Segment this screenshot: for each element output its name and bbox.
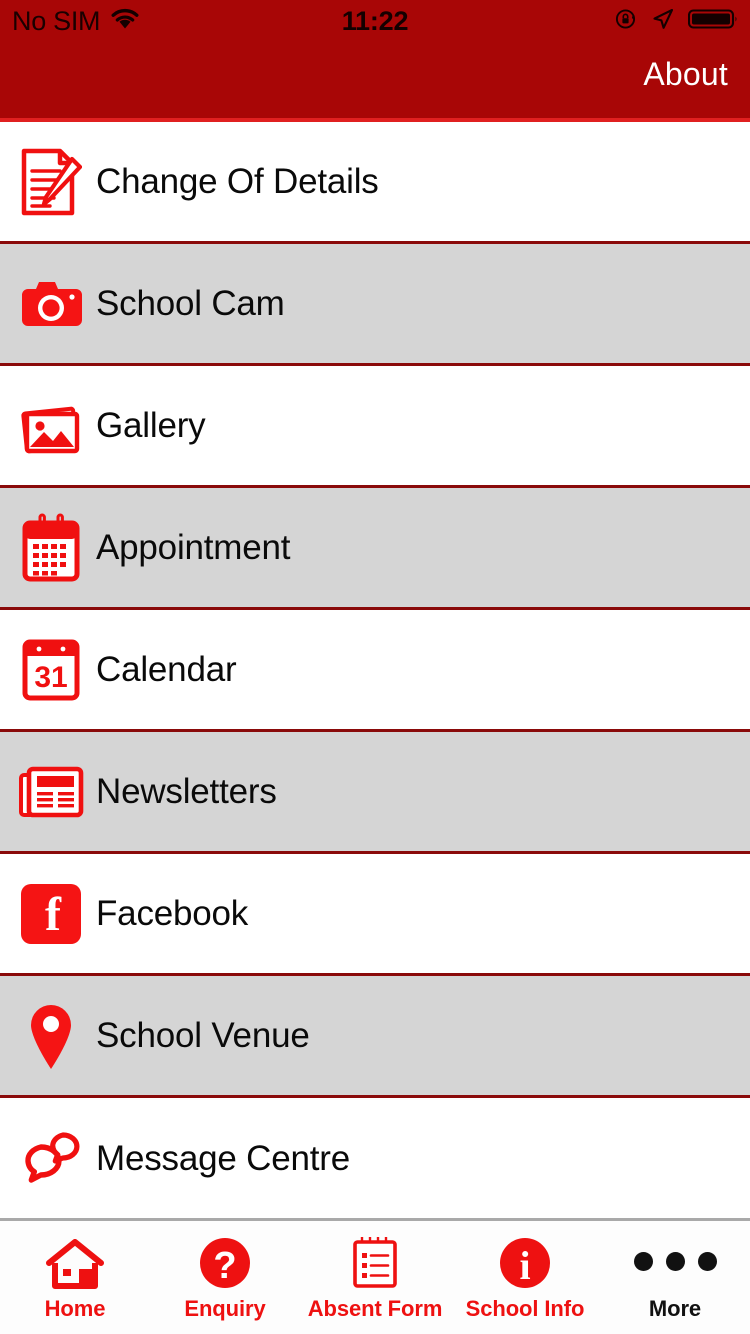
tab-more[interactable]: More	[600, 1221, 750, 1334]
rotation-lock-icon	[614, 7, 638, 36]
list-item-calendar[interactable]: 31 Calendar	[0, 610, 750, 732]
ellipsis-dot	[633, 1251, 653, 1271]
ellipsis-dot	[697, 1251, 717, 1271]
newspaper-icon	[0, 731, 96, 853]
status-bar-right	[614, 0, 740, 42]
list-item-label: School Cam	[96, 283, 285, 323]
tab-enquiry[interactable]: ? Enquiry	[150, 1221, 300, 1334]
list-item-label: Newsletters	[96, 771, 277, 811]
list-item-label: School Venue	[96, 1015, 310, 1055]
document-pencil-icon	[0, 121, 96, 243]
notepad-list-icon	[352, 1233, 398, 1289]
ellipsis-dot	[665, 1251, 685, 1271]
tab-label: More	[648, 1296, 702, 1321]
list-item-school-venue[interactable]: School Venue	[0, 976, 750, 1098]
school-info-glyph: i	[519, 1243, 530, 1288]
tab-label: School Info	[465, 1296, 585, 1321]
chat-bubbles-icon	[0, 1098, 96, 1220]
house-icon	[46, 1233, 104, 1289]
list-item-gallery[interactable]: Gallery	[0, 366, 750, 488]
list-item-school-cam[interactable]: School Cam	[0, 244, 750, 366]
tab-label: Enquiry	[184, 1296, 266, 1321]
calendar-grid-icon	[0, 487, 96, 609]
list-item-facebook[interactable]: f Facebook	[0, 854, 750, 976]
menu-list: Change Of Details School Cam Gallery App…	[0, 122, 750, 1220]
list-item-label: Gallery	[96, 405, 206, 445]
photos-stack-icon	[0, 365, 96, 487]
calendar-31-icon: 31	[0, 609, 96, 731]
list-item-label: Change Of Details	[96, 161, 379, 201]
info-circle-icon: i	[499, 1233, 551, 1289]
list-item-change-of-details[interactable]: Change Of Details	[0, 122, 750, 244]
tab-label: Home	[44, 1296, 106, 1321]
tab-absent-form[interactable]: Absent Form	[300, 1221, 450, 1334]
facebook-glyph: f	[45, 888, 62, 941]
question-circle-icon: ?	[199, 1233, 251, 1289]
list-item-label: Appointment	[96, 527, 291, 567]
list-item-appointment[interactable]: Appointment	[0, 488, 750, 610]
clock-label: 11:22	[341, 5, 409, 36]
list-item-label: Facebook	[96, 893, 249, 933]
status-bar: No SIM 11:22	[0, 0, 750, 42]
header-bar: No SIM 11:22 About	[0, 0, 750, 118]
enquiry-glyph: ?	[213, 1245, 236, 1287]
battery-full-icon	[687, 7, 740, 36]
bottom-tab-bar: Home ? Enquiry Absent Form i School Info…	[0, 1218, 750, 1334]
camera-icon	[0, 243, 96, 365]
facebook-icon: f	[0, 853, 96, 975]
app-screen: No SIM 11:22 About Change Of Details Sch…	[0, 0, 750, 1334]
location-arrow-icon	[651, 7, 675, 36]
ellipsis-icon	[633, 1233, 717, 1289]
list-item-message-centre[interactable]: Message Centre	[0, 1098, 750, 1220]
about-button[interactable]: About	[643, 56, 728, 93]
map-pin-icon	[0, 975, 96, 1097]
tab-school-info[interactable]: i School Info	[450, 1221, 600, 1334]
tab-home[interactable]: Home	[0, 1221, 150, 1334]
list-item-label: Message Centre	[96, 1139, 350, 1178]
list-item-newsletters[interactable]: Newsletters	[0, 732, 750, 854]
tab-label: Absent Form	[307, 1296, 443, 1321]
list-item-label: Calendar	[96, 649, 237, 689]
calendar-day-number: 31	[34, 661, 67, 694]
